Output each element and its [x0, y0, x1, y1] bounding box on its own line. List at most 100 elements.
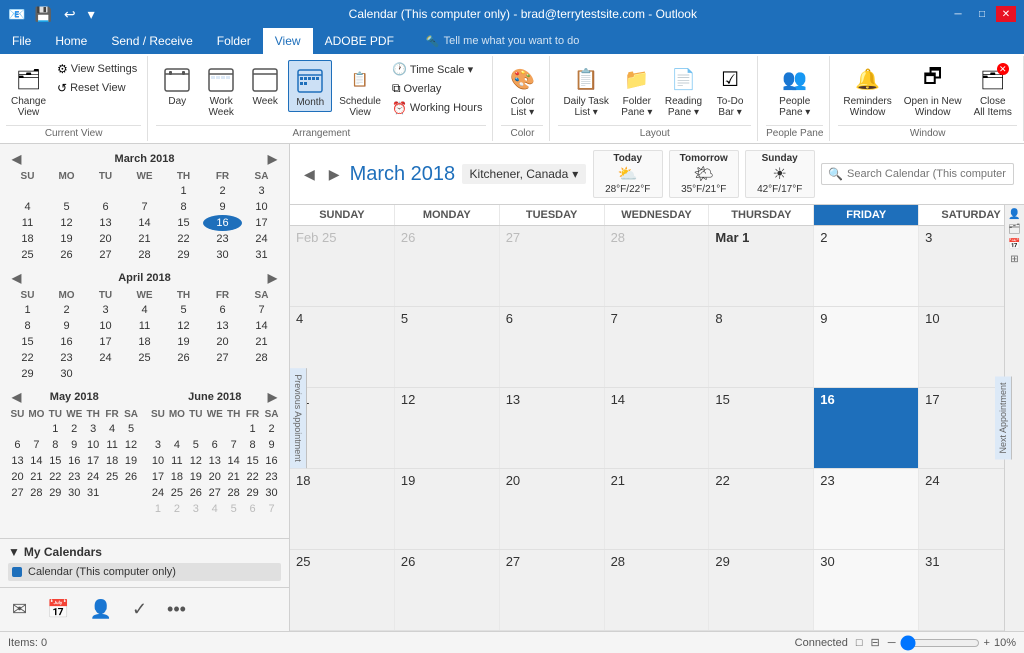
day-cell[interactable]: 31 — [84, 485, 103, 501]
march-next-button[interactable]: ▶ — [264, 152, 281, 166]
people-pane-button[interactable]: 👥 PeoplePane ▾ — [774, 60, 816, 121]
day-cell[interactable]: 26 — [47, 247, 86, 263]
day-cell[interactable] — [86, 366, 125, 382]
cell-mar16-today[interactable]: 16 — [814, 388, 919, 468]
schedule-view-button[interactable]: 📋 ScheduleView — [334, 60, 386, 121]
day-button[interactable]: Day — [156, 60, 198, 110]
cal-prev-button[interactable]: ◀ — [300, 164, 319, 185]
march-prev-button[interactable]: ◀ — [8, 152, 25, 166]
day-cell[interactable]: 17 — [84, 453, 103, 469]
day-cell[interactable]: 8 — [8, 318, 47, 334]
day-cell[interactable]: 2 — [167, 501, 186, 517]
day-cell[interactable] — [86, 183, 125, 199]
day-cell[interactable]: 13 — [8, 453, 27, 469]
day-cell[interactable]: 14 — [125, 215, 164, 231]
day-cell[interactable]: 4 — [125, 302, 164, 318]
day-cell[interactable]: 7 — [224, 437, 243, 453]
day-cell[interactable]: 6 — [86, 199, 125, 215]
day-cell[interactable]: 18 — [167, 469, 186, 485]
day-cell[interactable]: 21 — [27, 469, 46, 485]
cell-feb25[interactable]: Feb 25 — [290, 226, 395, 306]
day-cell[interactable]: 15 — [164, 215, 203, 231]
june-next-button[interactable]: ▶ — [264, 390, 281, 404]
folder-pane-button[interactable]: 📁 FolderPane ▾ — [616, 60, 658, 121]
calendar-search[interactable]: 🔍 — [821, 163, 1014, 185]
zoom-in-button[interactable]: + — [984, 637, 990, 649]
day-cell[interactable]: 10 — [86, 318, 125, 334]
tab-home[interactable]: Home — [43, 28, 99, 54]
day-cell[interactable]: 29 — [243, 485, 262, 501]
day-cell[interactable]: 14 — [224, 453, 243, 469]
day-cell[interactable]: 12 — [186, 453, 205, 469]
day-cell[interactable]: 13 — [203, 318, 242, 334]
day-cell[interactable]: 13 — [205, 453, 224, 469]
tab-folder[interactable]: Folder — [205, 28, 263, 54]
close-button[interactable]: ✕ — [996, 6, 1016, 22]
day-cell[interactable]: 19 — [122, 453, 141, 469]
day-cell[interactable]: 3 — [242, 183, 281, 199]
day-cell[interactable]: 29 — [8, 366, 47, 382]
day-cell[interactable]: 21 — [242, 334, 281, 350]
cell-mar9[interactable]: 9 — [814, 307, 919, 387]
day-cell[interactable]: 14 — [27, 453, 46, 469]
day-cell[interactable]: 1 — [164, 183, 203, 199]
day-cell[interactable]: 4 — [167, 437, 186, 453]
cell-mar2[interactable]: 2 — [814, 226, 919, 306]
day-cell[interactable] — [125, 366, 164, 382]
daily-task-list-button[interactable]: 📋 Daily TaskList ▾ — [558, 60, 613, 121]
day-cell[interactable]: 15 — [243, 453, 262, 469]
view-settings-button[interactable]: ⚙ View Settings — [53, 60, 141, 78]
day-cell[interactable]: 20 — [203, 334, 242, 350]
day-cell[interactable]: 5 — [122, 421, 141, 437]
week-button[interactable]: Week — [244, 60, 286, 110]
tab-send-receive[interactable]: Send / Receive — [99, 28, 204, 54]
day-cell[interactable]: 24 — [242, 231, 281, 247]
cell-mar5[interactable]: 5 — [395, 307, 500, 387]
day-cell[interactable]: 20 — [205, 469, 224, 485]
month-button[interactable]: Month — [288, 60, 332, 112]
time-scale-button[interactable]: 🕐 Time Scale ▾ — [388, 60, 487, 78]
day-cell[interactable]: 9 — [47, 318, 86, 334]
day-cell[interactable]: 5 — [186, 437, 205, 453]
cell-mar29[interactable]: 29 — [709, 550, 814, 630]
day-cell[interactable] — [242, 366, 281, 382]
zoom-out-button[interactable]: ─ — [888, 637, 896, 649]
previous-appointment-button[interactable]: Previous Appointment — [290, 368, 307, 468]
day-cell[interactable]: 30 — [65, 485, 84, 501]
day-cell[interactable]: 4 — [103, 421, 122, 437]
undo-button[interactable]: ↩ — [61, 6, 79, 23]
next-appointment-button[interactable]: Next Appointment — [995, 376, 1012, 459]
day-cell[interactable]: 4 — [8, 199, 47, 215]
day-cell[interactable]: 10 — [149, 453, 168, 469]
day-cell[interactable] — [103, 485, 122, 501]
cal-next-button[interactable]: ▶ — [325, 164, 344, 185]
day-cell[interactable] — [149, 421, 168, 437]
people-nav-button[interactable]: 👤 — [90, 599, 112, 620]
day-cell[interactable]: 7 — [27, 437, 46, 453]
cell-mar15[interactable]: 15 — [709, 388, 814, 468]
day-cell[interactable] — [8, 421, 27, 437]
day-cell-today[interactable]: 16 — [203, 215, 242, 231]
day-cell[interactable] — [125, 183, 164, 199]
day-cell[interactable]: 1 — [46, 421, 65, 437]
day-cell[interactable]: 22 — [164, 231, 203, 247]
day-cell[interactable]: 15 — [46, 453, 65, 469]
day-cell[interactable]: 31 — [242, 247, 281, 263]
cell-mar25[interactable]: 25 — [290, 550, 395, 630]
day-cell[interactable]: 6 — [243, 501, 262, 517]
day-cell[interactable]: 3 — [149, 437, 168, 453]
day-cell[interactable]: 25 — [167, 485, 186, 501]
day-cell[interactable]: 21 — [125, 231, 164, 247]
work-week-button[interactable]: WorkWeek — [200, 60, 242, 121]
day-cell[interactable] — [8, 183, 47, 199]
cell-mar28[interactable]: 28 — [605, 550, 710, 630]
cell-mar14[interactable]: 14 — [605, 388, 710, 468]
day-cell[interactable]: 8 — [46, 437, 65, 453]
day-cell[interactable]: 1 — [8, 302, 47, 318]
april-prev-button[interactable]: ◀ — [8, 271, 25, 285]
more-nav-button[interactable]: ••• — [167, 599, 186, 620]
day-cell[interactable]: 14 — [242, 318, 281, 334]
cell-feb27[interactable]: 27 — [500, 226, 605, 306]
day-cell[interactable]: 27 — [205, 485, 224, 501]
day-cell[interactable]: 3 — [186, 501, 205, 517]
